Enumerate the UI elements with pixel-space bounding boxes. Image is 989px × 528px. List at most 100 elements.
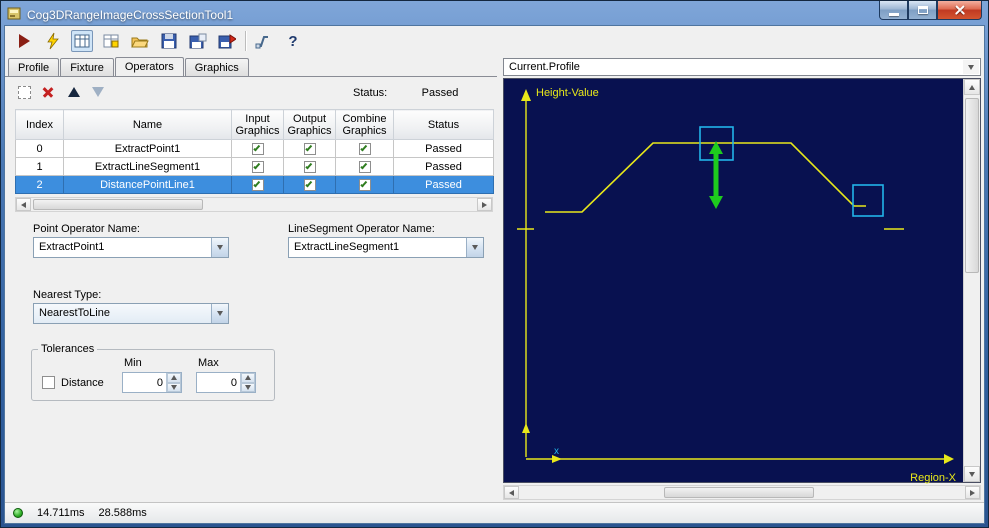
scroll-left-button[interactable] (16, 198, 31, 211)
col-index[interactable]: Index (15, 109, 64, 140)
profile-plot[interactable]: Height-Value x Region-X (504, 79, 967, 488)
spin-down-button[interactable] (241, 382, 255, 392)
cell-combine-checkbox[interactable] (335, 157, 394, 176)
dropdown-button[interactable] (466, 238, 483, 257)
triangle-up-icon (969, 84, 975, 90)
maximize-button[interactable] (908, 1, 937, 20)
spin-up-button[interactable] (167, 373, 181, 383)
origin-y-arrow-icon (522, 423, 530, 433)
point-operator-label: Point Operator Name: (33, 223, 140, 235)
grid-icon (74, 34, 90, 48)
triangle-left-icon (21, 201, 26, 208)
spin-down-button[interactable] (167, 382, 181, 392)
scroll-left-button[interactable] (504, 486, 519, 499)
cell-output-checkbox[interactable] (283, 157, 336, 176)
spin-up-button[interactable] (241, 373, 255, 383)
minimize-button[interactable] (879, 1, 908, 20)
cell-input-checkbox[interactable] (231, 175, 284, 194)
tab-operators[interactable]: Operators (114, 57, 184, 77)
table-row[interactable]: 1 ExtractLineSegment1 Passed (15, 157, 494, 176)
cell-combine-checkbox[interactable] (335, 175, 394, 194)
distance-arrowhead-icon (709, 196, 723, 209)
table-row-selected[interactable]: 2 DistancePointLine1 Passed (15, 175, 494, 194)
check-icon (305, 144, 313, 152)
show-result-grid-button[interactable] (71, 30, 93, 52)
status-bar: 14.711ms 28.588ms (5, 502, 984, 523)
cell-status: Passed (393, 157, 494, 176)
arrow-up-icon (68, 87, 80, 97)
hscroll-thumb[interactable] (664, 487, 814, 498)
grid-settings-button[interactable] (100, 30, 122, 52)
cell-output-checkbox[interactable] (283, 175, 336, 194)
result-marker-box[interactable] (852, 184, 884, 217)
save-button[interactable] (158, 30, 180, 52)
cell-input-checkbox[interactable] (231, 139, 284, 158)
import-button[interactable] (216, 30, 238, 52)
triangle-up-icon (171, 375, 177, 381)
cell-combine-checkbox[interactable] (335, 139, 394, 158)
window-title: Cog3DRangeImageCrossSectionTool1 (27, 8, 234, 22)
linesegment-operator-combobox[interactable]: ExtractLineSegment1 (288, 237, 484, 258)
check-icon (360, 144, 368, 152)
move-down-button[interactable] (89, 83, 107, 101)
scroll-right-button[interactable] (477, 198, 492, 211)
delete-operator-button[interactable] (39, 83, 57, 101)
scroll-right-button[interactable] (965, 486, 980, 499)
profile-display[interactable]: Height-Value x Region-X (503, 78, 981, 484)
scroll-down-button[interactable] (964, 466, 980, 482)
min-input[interactable] (125, 373, 163, 392)
tab-graphics[interactable]: Graphics (184, 58, 249, 76)
col-output-graphics[interactable]: Output Graphics (283, 109, 336, 140)
close-button[interactable] (937, 1, 982, 20)
tab-fixture[interactable]: Fixture (60, 58, 114, 76)
main-toolbar: ? (5, 26, 984, 56)
max-spinner[interactable] (196, 372, 256, 393)
min-label: Min (124, 357, 142, 369)
min-spinner[interactable] (122, 372, 182, 393)
scroll-up-button[interactable] (964, 79, 980, 95)
run-status-led-icon (13, 508, 23, 518)
tab-profile[interactable]: Profile (8, 58, 60, 76)
hscroll-thumb[interactable] (33, 199, 203, 210)
electric-run-button[interactable] (42, 30, 64, 52)
measure-tool-button[interactable] (253, 30, 275, 52)
table-hscrollbar[interactable] (15, 197, 493, 212)
triangle-down-icon (171, 384, 177, 390)
add-operator-button[interactable] (15, 83, 33, 101)
tolerances-group: Tolerances Min Max Distance (31, 343, 275, 401)
total-time: 28.588ms (98, 507, 147, 519)
cell-status: Passed (393, 139, 494, 158)
col-status[interactable]: Status (393, 109, 494, 140)
nearest-type-combobox[interactable]: NearestToLine (33, 303, 229, 324)
combobox-value: NearestToLine (39, 307, 110, 319)
triangle-down-icon (245, 384, 251, 390)
save-as-button[interactable] (187, 30, 209, 52)
vscroll-thumb[interactable] (965, 98, 979, 273)
move-up-button[interactable] (65, 83, 83, 101)
chevron-down-icon (472, 245, 478, 250)
dropdown-button[interactable] (211, 238, 228, 257)
maximize-icon (917, 6, 928, 14)
distance-label: Distance (61, 377, 104, 389)
chart-hscrollbar[interactable] (503, 485, 981, 500)
profile-record-selector[interactable]: Current.Profile (503, 58, 981, 76)
help-button[interactable]: ? (282, 30, 304, 52)
col-name[interactable]: Name (63, 109, 232, 140)
table-row[interactable]: 0 ExtractPoint1 Passed (15, 139, 494, 158)
distance-checkbox[interactable] (42, 376, 55, 389)
cell-output-checkbox[interactable] (283, 139, 336, 158)
dropdown-button[interactable] (963, 60, 979, 74)
run-tool-button[interactable] (13, 30, 35, 52)
cell-input-checkbox[interactable] (231, 157, 284, 176)
point-operator-combobox[interactable]: ExtractPoint1 (33, 237, 229, 258)
chart-vscrollbar[interactable] (963, 79, 980, 482)
max-input[interactable] (199, 373, 237, 392)
open-folder-icon (131, 37, 149, 47)
cell-index: 2 (15, 175, 64, 194)
col-combine-graphics[interactable]: Combine Graphics (335, 109, 394, 140)
open-file-button[interactable] (129, 30, 151, 52)
dropdown-button[interactable] (211, 304, 228, 323)
col-input-graphics[interactable]: Input Graphics (231, 109, 284, 140)
x-axis-arrow-icon (944, 454, 954, 464)
help-icon: ? (288, 32, 298, 50)
